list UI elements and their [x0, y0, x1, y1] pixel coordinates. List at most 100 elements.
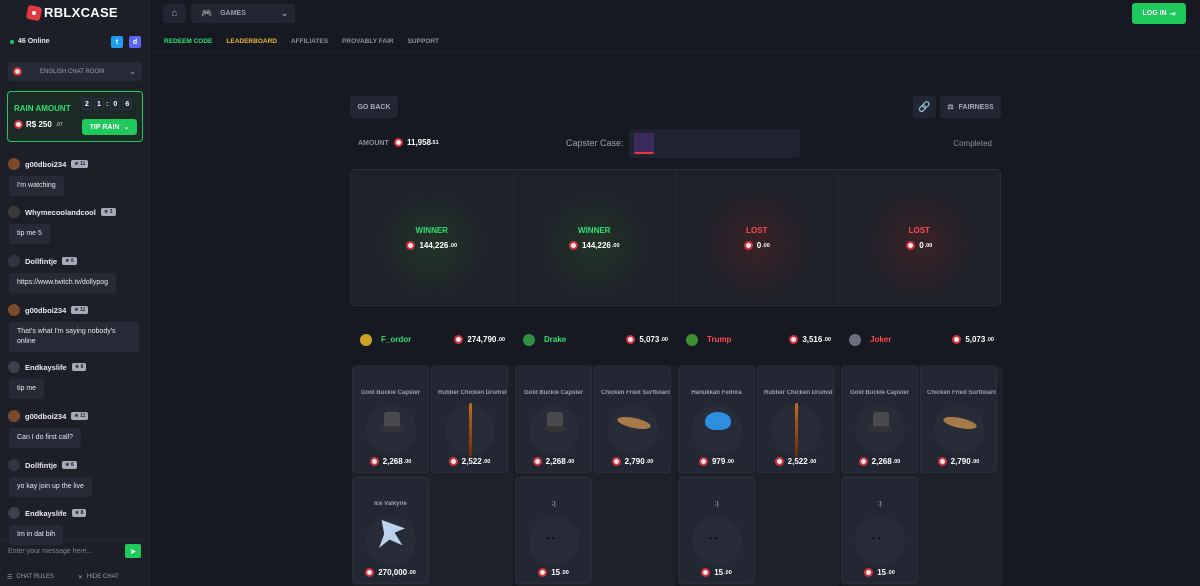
- nav-support[interactable]: SUPPORT: [408, 38, 439, 45]
- timer-digit: 6: [122, 98, 133, 110]
- chevron-down-icon: ⌄: [123, 124, 130, 131]
- login-button[interactable]: LOG IN ⇥: [1132, 3, 1186, 24]
- item-name: Gold Buckle Capster: [849, 390, 909, 396]
- item-value-amount: 2,522: [461, 457, 482, 466]
- robux-coin-icon: [611, 457, 621, 466]
- avatar[interactable]: [8, 304, 20, 316]
- chat-username[interactable]: g00dboi234: [25, 412, 66, 421]
- chat-username[interactable]: g00dboi234: [25, 306, 66, 315]
- tip-rain-button[interactable]: TIP RAIN ⌄: [82, 119, 137, 135]
- avatar[interactable]: [8, 255, 20, 267]
- item-name: Rubber Chicken Drumstick: [438, 390, 507, 396]
- send-button[interactable]: ➤: [125, 544, 141, 558]
- robux-coin-icon: [369, 457, 379, 466]
- item-card[interactable]: :] • • 15.00: [678, 477, 755, 584]
- item-card[interactable]: Rubber Chicken Drumstick 2,522.00: [757, 366, 834, 473]
- hide-chat-link[interactable]: ✕ HIDE CHAT: [78, 574, 119, 581]
- home-button[interactable]: ⌂: [163, 4, 186, 23]
- player-name[interactable]: Trump: [707, 335, 731, 344]
- item-card[interactable]: Hanukkah Fedora 979.00: [678, 366, 755, 473]
- nav-redeem-code[interactable]: REDEEM CODE: [164, 38, 212, 45]
- item-value: 2,268.00: [353, 457, 428, 466]
- nav-provably-fair[interactable]: PROVABLY FAIR: [342, 38, 394, 45]
- chat-sidebar: RBLXCASE 46 Online t d ENGLISH CHAT ROOM…: [0, 0, 150, 586]
- avatar[interactable]: [8, 361, 20, 373]
- item-card[interactable]: Ice Valkyrie 270,000.00: [352, 477, 429, 584]
- item-card[interactable]: Gold Buckle Capster 2,268.00: [841, 366, 918, 473]
- player-avatar[interactable]: [523, 333, 535, 346]
- fairness-button[interactable]: ⚖ FAIRNESS: [940, 96, 1001, 118]
- chat-message-header: Endkayslife ★ 8: [8, 361, 87, 373]
- main-nav: REDEEM CODE LEADERBOARD AFFILIATES PROVA…: [164, 38, 439, 45]
- result-value: 0.00: [839, 241, 1001, 250]
- result-status: LOST: [908, 226, 930, 235]
- chat-room-select[interactable]: ENGLISH CHAT ROOM ⌄: [8, 62, 142, 81]
- go-back-button[interactable]: GO BACK: [350, 96, 398, 118]
- item-value: 15.00: [842, 568, 917, 577]
- player-name[interactable]: Joker: [870, 335, 891, 344]
- avatar[interactable]: [8, 507, 20, 519]
- chat-username[interactable]: Endkayslife: [25, 363, 67, 372]
- chat-username[interactable]: Whymecoolandcool: [25, 208, 96, 217]
- twitter-icon[interactable]: t: [111, 36, 123, 48]
- case-slot[interactable]: [629, 129, 800, 158]
- item-card[interactable]: Gold Buckle Capster 2,268.00: [515, 366, 592, 473]
- item-value-cents: .00: [724, 569, 732, 576]
- player-card: Drake 5,073.00: [514, 325, 674, 354]
- item-value-cents: .00: [645, 458, 654, 465]
- robux-coin-icon: [568, 241, 578, 250]
- chat-username[interactable]: Dollfintje: [25, 461, 57, 470]
- top-hat-icon: [869, 412, 893, 432]
- result-cents: .00: [449, 242, 458, 249]
- chat-message-header: Endkayslife ★ 8: [8, 507, 87, 519]
- item-card[interactable]: Chicken Fried Surfboard 2,790.00: [594, 366, 671, 473]
- item-name: Gold Buckle Capster: [360, 390, 420, 396]
- gamepad-icon: 🎮: [201, 8, 213, 18]
- item-value-cents: .00: [887, 569, 895, 576]
- item-value: 979.00: [679, 457, 754, 466]
- games-dropdown[interactable]: 🎮 GAMES ⌄: [191, 4, 295, 23]
- discord-icon[interactable]: d: [129, 36, 141, 48]
- chat-username[interactable]: Endkayslife: [25, 509, 67, 518]
- robux-coin-icon: [952, 335, 962, 344]
- avatar[interactable]: [8, 206, 20, 218]
- item-image-frame: [608, 405, 658, 455]
- chat-message-text: Can I do first call?: [9, 428, 82, 448]
- item-card[interactable]: Chicken Fried Surfboard 2,790.00: [920, 366, 997, 473]
- item-value-amount: 2,790: [950, 457, 971, 466]
- player-name[interactable]: F_ordor: [381, 335, 411, 344]
- chat-message-header: Whymecoolandcool ★ 3: [8, 206, 116, 218]
- level-badge: ★ 11: [71, 412, 89, 420]
- level-badge: ★ 3: [100, 208, 116, 216]
- item-card[interactable]: :] • • 15.00: [515, 477, 592, 584]
- item-name: :]: [714, 501, 719, 507]
- avatar[interactable]: [8, 410, 20, 422]
- chat-username[interactable]: g00dboi234: [25, 160, 66, 169]
- nav-leaderboard[interactable]: LEADERBOARD: [226, 38, 277, 45]
- nav-affiliates[interactable]: AFFILIATES: [291, 38, 328, 45]
- player-card: F_ordor 274,790.00: [351, 325, 511, 354]
- item-card[interactable]: :] • • 15.00: [841, 477, 918, 584]
- player-avatar[interactable]: [849, 333, 861, 346]
- chat-username[interactable]: Dollfintje: [25, 257, 57, 266]
- item-card[interactable]: Gold Buckle Capster 2,268.00: [352, 366, 429, 473]
- item-card[interactable]: Rubber Chicken Drumstick 2,522.00: [431, 366, 508, 473]
- share-link-button[interactable]: 🔗: [913, 96, 936, 118]
- rain-panel: RAIN AMOUNT R$ 250 .97 2 1 : 0 6 TIP RAI…: [7, 91, 143, 142]
- chat-message-header: g00dboi234 ★ 11: [8, 304, 139, 316]
- avatar[interactable]: [8, 158, 20, 170]
- result-value: 144,226.00: [351, 241, 513, 250]
- item-name: Rubber Chicken Drumstick: [764, 390, 833, 396]
- item-value: 2,268.00: [842, 457, 917, 466]
- player-avatar[interactable]: [686, 333, 698, 346]
- chat-rules-link[interactable]: ☰ CHAT RULES: [7, 574, 54, 581]
- site-logo[interactable]: RBLXCASE: [25, 4, 118, 21]
- item-name: :]: [551, 501, 556, 507]
- chat-message: Endkayslife ★ 8 tip me: [8, 361, 87, 399]
- player-name[interactable]: Drake: [544, 335, 566, 344]
- list-icon: ☰: [7, 574, 13, 581]
- result-slot: LOST 0.00: [676, 170, 839, 305]
- avatar[interactable]: [8, 459, 20, 471]
- timer-digit: 0: [110, 98, 121, 110]
- player-avatar[interactable]: [360, 333, 372, 346]
